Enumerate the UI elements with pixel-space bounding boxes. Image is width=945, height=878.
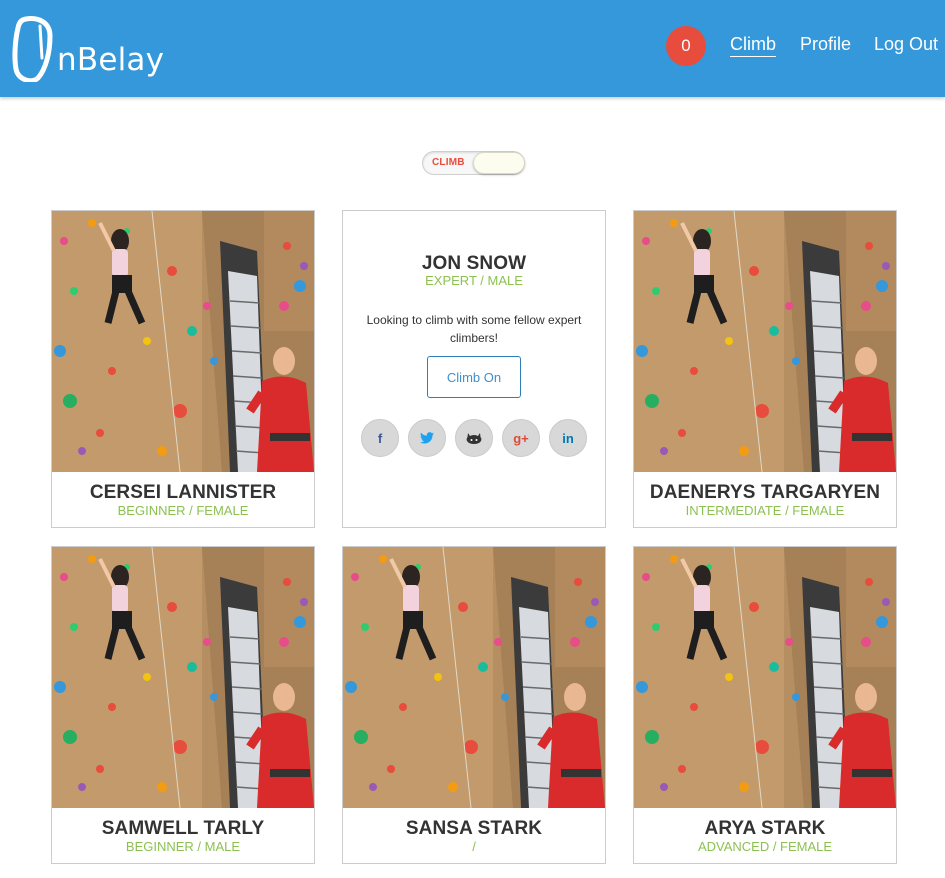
- carabiner-logo-icon: [12, 16, 53, 82]
- climber-level-gender: BEGINNER / MALE: [125, 839, 241, 854]
- climber-level-gender: INTERMEDIATE / FEMALE: [685, 503, 845, 518]
- climber-photo: [52, 547, 314, 808]
- logo-text: nBelay: [57, 42, 165, 78]
- climb-toggle-knob[interactable]: [473, 152, 525, 174]
- climber-name: CERSEI LANNISTER: [89, 482, 277, 503]
- climb-toggle-label: CLIMB: [432, 157, 465, 168]
- navbar: nBelay 0 Climb Profile Log Out: [0, 0, 945, 97]
- featured-climber-card: JON SNOW EXPERT / MALE Looking to climb …: [342, 210, 606, 528]
- climber-card[interactable]: CERSEI LANNISTER BEGINNER / FEMALE: [51, 210, 315, 528]
- facebook-icon[interactable]: f: [361, 419, 399, 457]
- climb-on-button[interactable]: Climb On: [427, 356, 521, 398]
- logo[interactable]: nBelay: [12, 14, 164, 82]
- github-octocat-glyph: [466, 433, 482, 444]
- nav-climb-link[interactable]: Climb: [730, 34, 777, 57]
- climber-level-gender: EXPERT / MALE: [425, 273, 523, 288]
- climber-photo: [343, 547, 605, 808]
- climb-toggle[interactable]: CLIMB: [422, 151, 525, 175]
- climber-name: SAMWELL TARLY: [101, 818, 265, 839]
- climber-photo: [634, 547, 896, 808]
- climber-name: SANSA STARK: [405, 818, 543, 839]
- climber-level-gender: BEGINNER / FEMALE: [117, 503, 249, 518]
- climber-name: DAENERYS TARGARYEN: [649, 482, 881, 503]
- climber-card[interactable]: ARYA STARK ADVANCED / FEMALE: [633, 546, 897, 864]
- google-plus-icon[interactable]: g+: [502, 419, 540, 457]
- climber-level-gender: /: [472, 839, 476, 854]
- climber-level-gender: ADVANCED / FEMALE: [697, 839, 833, 854]
- climber-photo: [52, 211, 314, 472]
- climber-bio: Looking to climb with some fellow expert…: [366, 313, 582, 345]
- nav-logout-link[interactable]: Log Out: [874, 34, 938, 55]
- climber-name: JON SNOW: [421, 253, 527, 274]
- climber-card[interactable]: SANSA STARK /: [342, 546, 606, 864]
- twitter-icon[interactable]: [408, 419, 446, 457]
- climber-photo: [634, 211, 896, 472]
- twitter-bird-glyph: [420, 432, 434, 444]
- climber-name: ARYA STARK: [704, 818, 826, 839]
- climber-card[interactable]: SAMWELL TARLY BEGINNER / MALE: [51, 546, 315, 864]
- github-icon[interactable]: [455, 419, 493, 457]
- linkedin-icon[interactable]: in: [549, 419, 587, 457]
- climber-card[interactable]: DAENERYS TARGARYEN INTERMEDIATE / FEMALE: [633, 210, 897, 528]
- nav-profile-link[interactable]: Profile: [800, 34, 851, 55]
- notification-badge[interactable]: 0: [666, 26, 706, 66]
